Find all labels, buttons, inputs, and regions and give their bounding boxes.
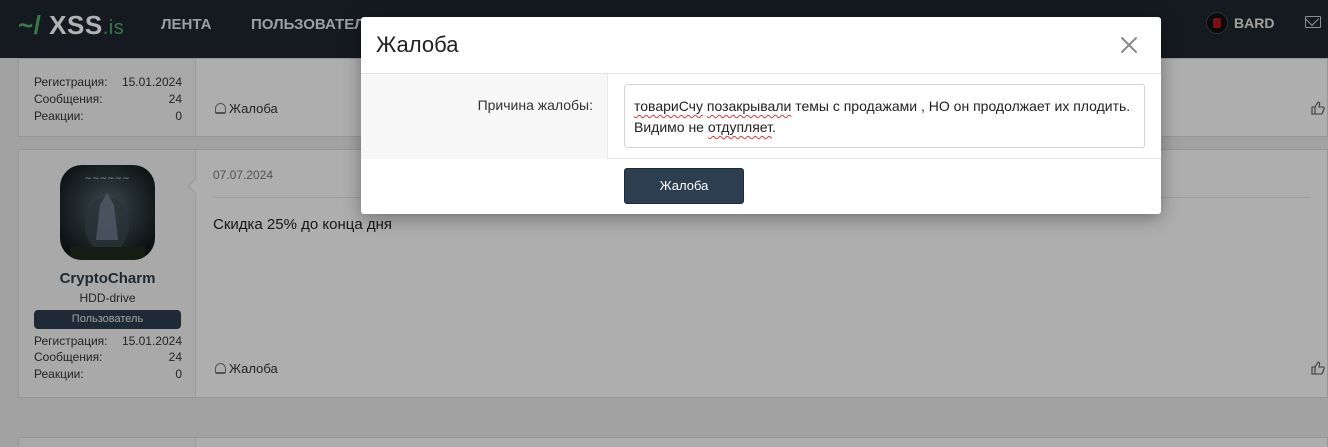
modal-body: Причина жалобы: товариСчу позакрывали те… [361, 74, 1161, 159]
modal-header: Жалоба [361, 17, 1161, 74]
close-icon[interactable] [1119, 35, 1139, 55]
label-column: Причина жалобы: [361, 74, 608, 159]
modal-title: Жалоба [376, 32, 459, 57]
reason-label: Причина жалобы: [477, 97, 593, 113]
submit-report-button[interactable]: Жалоба [624, 168, 744, 204]
modal-footer: Жалоба [361, 159, 1161, 214]
reason-textarea[interactable]: товариСчу позакрывали темы с продажами ,… [624, 84, 1145, 148]
report-modal: Жалоба Причина жалобы: товариСчу позакры… [361, 17, 1161, 214]
